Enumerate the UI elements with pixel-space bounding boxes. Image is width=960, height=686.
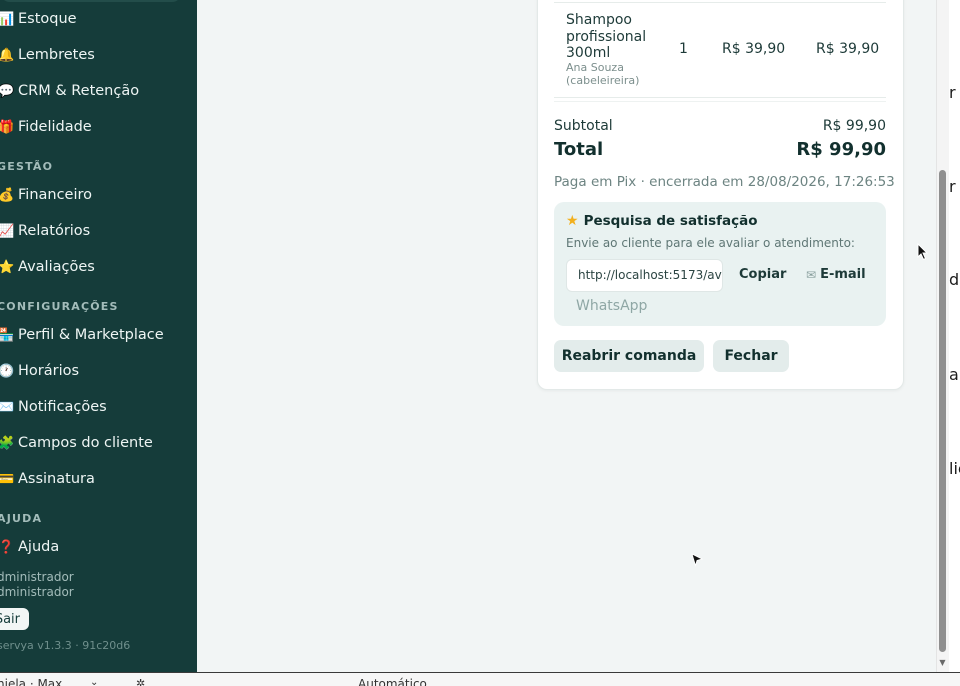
divider xyxy=(554,101,886,102)
background-text: r c xyxy=(949,177,960,196)
sidebar-item-assinatura[interactable]: 💳 Assinatura xyxy=(0,466,95,492)
total-value: R$ 99,90 xyxy=(796,139,886,160)
bug-icon[interactable]: ✲ xyxy=(136,677,145,686)
clock-icon: 🕐 xyxy=(0,363,15,379)
sidebar-item-label: Ajuda xyxy=(18,539,60,555)
envelope-icon: ✉ xyxy=(806,267,817,282)
sidebar-item-label: Lembretes xyxy=(18,47,95,63)
sidebar-item-crm[interactable]: 💬 CRM & Retenção xyxy=(0,78,139,104)
sidebar-item-lembretes[interactable]: 🔔 Lembretes xyxy=(0,42,95,68)
payment-info: Paga em Pix · encerrada em 28/08/2026, 1… xyxy=(554,174,895,190)
user-name: dministrador xyxy=(0,570,74,584)
copy-link-button[interactable]: Copiar xyxy=(739,267,786,282)
sidebar-item-horarios[interactable]: 🕐 Horários xyxy=(0,358,79,384)
item-name: Shampoo profissional 300ml xyxy=(566,12,647,61)
sidebar-section-configuracoes: CONFIGURAÇÕES xyxy=(0,300,119,313)
app-version: servya v1.3.3 · 91c20d6 xyxy=(0,639,131,652)
sidebar-item-label: Notificações xyxy=(18,399,107,415)
item-professional: Ana Souza (cabeleireira) xyxy=(566,61,640,87)
speech-bubble-icon: 💬 xyxy=(0,83,15,99)
survey-title: ★ Pesquisa de satisfação xyxy=(566,213,758,229)
sidebar-item-notificacoes[interactable]: ✉️ Notificações xyxy=(0,394,107,420)
question-icon: ❓ xyxy=(0,539,15,555)
mouse-cursor-icon xyxy=(691,553,703,567)
sidebar-item-perfil[interactable]: 🏪 Perfil & Marketplace xyxy=(0,322,164,348)
sidebar-item-relatorios[interactable]: 📈 Relatórios xyxy=(0,218,90,244)
sidebar-item-financeiro[interactable]: 💰 Financeiro xyxy=(0,182,92,208)
scroll-down-icon[interactable]: ▼ xyxy=(937,658,948,668)
sidebar-item-label: CRM & Retenção xyxy=(18,83,140,99)
email-button-label: E-mail xyxy=(820,267,866,282)
sidebar-item-fidelidade[interactable]: 🎁 Fidelidade xyxy=(0,114,92,140)
total-label: Total xyxy=(554,139,604,160)
sidebar-item-label: Avaliações xyxy=(18,259,95,275)
trend-chart-icon: 📈 xyxy=(0,223,15,239)
background-text: da xyxy=(949,270,960,289)
sidebar-item-label: Horários xyxy=(18,363,80,379)
email-button[interactable]: ✉ E-mail xyxy=(806,267,866,282)
sidebar-section-gestao: GESTÃO xyxy=(0,160,54,173)
survey-link-field[interactable]: http://localhost:5173/avaliar xyxy=(566,259,723,292)
puzzle-icon: 🧩 xyxy=(0,435,15,451)
item-unit-price: R$ 39,90 xyxy=(722,41,786,57)
divider xyxy=(554,2,886,3)
background-text: lic xyxy=(949,459,960,478)
gift-icon: 🎁 xyxy=(0,119,15,135)
sidebar: 📊 Estoque 🔔 Lembretes 💬 CRM & Retenção 🎁… xyxy=(0,0,197,672)
sidebar-item-label: Campos do cliente xyxy=(18,435,153,451)
close-button[interactable]: Fechar xyxy=(713,340,789,372)
item-quantity: 1 xyxy=(679,41,688,57)
sidebar-item-label: Perfil & Marketplace xyxy=(18,327,164,343)
sidebar-active-item[interactable] xyxy=(0,0,182,2)
sidebar-item-label: Relatórios xyxy=(18,223,91,239)
background-text: r a xyxy=(949,83,960,102)
mouse-cursor-icon xyxy=(917,243,929,261)
store-icon: 🏪 xyxy=(0,327,15,343)
survey-title-text: Pesquisa de satisfação xyxy=(583,213,758,229)
subtotal-label: Subtotal xyxy=(554,118,613,134)
chevron-down-icon[interactable]: ⌄ xyxy=(90,677,98,686)
subtotal-value: R$ 99,90 xyxy=(822,118,886,134)
envelope-icon: ✉️ xyxy=(0,399,15,415)
sidebar-item-label: Financeiro xyxy=(18,187,93,203)
sidebar-item-label: Estoque xyxy=(18,11,77,27)
sidebar-item-estoque[interactable]: 📊 Estoque xyxy=(0,6,77,32)
bottom-toolbar: niela · Max ⌄ ✲ Automático xyxy=(0,673,960,686)
sidebar-item-avaliacoes[interactable]: ⭐ Avaliações xyxy=(0,254,95,280)
divider xyxy=(554,97,886,98)
survey-description: Envie ao cliente para ele avaliar o aten… xyxy=(566,236,855,250)
reopen-order-button[interactable]: Reabrir comanda xyxy=(554,340,704,372)
item-total: R$ 39,90 xyxy=(816,41,880,57)
sidebar-section-ajuda: AJUDA xyxy=(0,512,43,525)
star-icon: ★ xyxy=(566,213,579,229)
mode-label[interactable]: Automático xyxy=(358,677,427,686)
sidebar-item-label: Assinatura xyxy=(18,471,95,487)
money-bag-icon: 💰 xyxy=(0,187,15,203)
sidebar-item-ajuda[interactable]: ❓ Ajuda xyxy=(0,534,59,560)
satisfaction-survey-box: ★ Pesquisa de satisfação Envie ao client… xyxy=(554,202,886,326)
bell-icon: 🔔 xyxy=(0,47,15,63)
background-text: a xyxy=(949,365,959,384)
scrollbar-thumb[interactable] xyxy=(939,170,946,652)
star-icon: ⭐ xyxy=(0,259,15,275)
credit-card-icon: 💳 xyxy=(0,471,15,487)
chart-icon: 📊 xyxy=(0,11,15,27)
profile-label[interactable]: niela · Max xyxy=(0,677,62,686)
user-role: dministrador xyxy=(0,585,74,599)
sidebar-item-label: Fidelidade xyxy=(18,119,92,135)
sidebar-item-campos-cliente[interactable]: 🧩 Campos do cliente xyxy=(0,430,153,456)
logout-button[interactable]: Sair xyxy=(0,608,29,630)
whatsapp-button[interactable]: WhatsApp xyxy=(576,298,647,314)
